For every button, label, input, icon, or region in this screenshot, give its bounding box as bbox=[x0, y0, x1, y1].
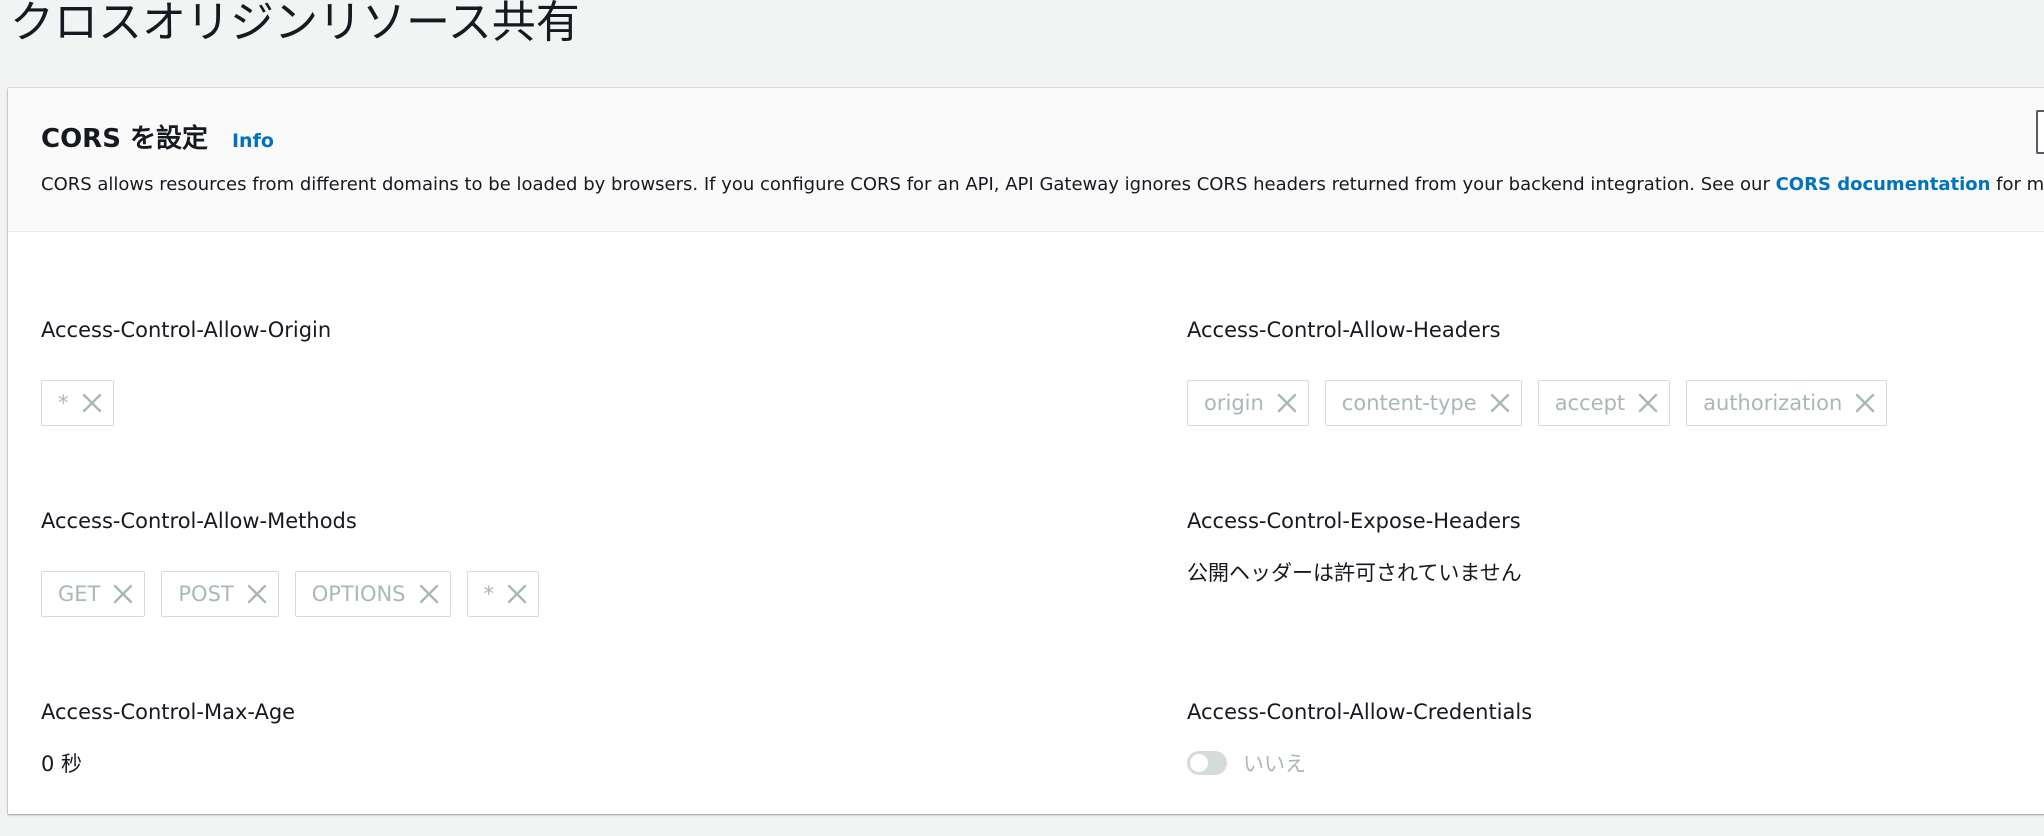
allow-methods-field: Access-Control-Allow-Methods GET POST OPTI… bbox=[41, 507, 540, 617]
max-age-field: Access-Control-Max-Age 0 秒 bbox=[41, 698, 295, 778]
token-chip: accept bbox=[1537, 380, 1671, 426]
page-title: クロスオリジンリソース共有 bbox=[10, 0, 580, 48]
expose-headers-field: Access-Control-Expose-Headers 公開ヘッダーは許可さ… bbox=[1187, 507, 1522, 587]
token-label: accept bbox=[1554, 391, 1626, 415]
panel-heading: CORS を設定 Info bbox=[41, 118, 274, 155]
token-chip: POST bbox=[161, 571, 279, 617]
panel-description: CORS allows resources from different dom… bbox=[41, 174, 2044, 195]
token-list: * bbox=[41, 380, 331, 426]
allow-credentials-field: Access-Control-Allow-Credentials いいえ bbox=[1187, 698, 1532, 778]
token-label: OPTIONS bbox=[311, 582, 406, 606]
field-label: Access-Control-Allow-Headers bbox=[1187, 318, 1501, 342]
token-chip: * bbox=[466, 571, 540, 617]
allow-origin-field: Access-Control-Allow-Origin * bbox=[41, 316, 331, 426]
close-icon[interactable] bbox=[418, 583, 440, 605]
field-label: Access-Control-Max-Age bbox=[41, 700, 296, 724]
close-icon[interactable] bbox=[1489, 392, 1511, 414]
token-chip: authorization bbox=[1686, 380, 1888, 426]
info-link[interactable]: Info bbox=[232, 130, 274, 152]
credentials-toggle-label: いいえ bbox=[1243, 752, 1306, 776]
token-chip: * bbox=[41, 380, 114, 426]
close-icon[interactable] bbox=[81, 392, 103, 414]
token-label: POST bbox=[178, 582, 234, 606]
close-icon[interactable] bbox=[112, 583, 134, 605]
credentials-toggle[interactable] bbox=[1187, 751, 1227, 775]
header-action-button[interactable] bbox=[2036, 110, 2044, 154]
panel-header: CORS を設定 Info CORS allows resources from… bbox=[8, 88, 2044, 232]
field-label: Access-Control-Allow-Credentials bbox=[1187, 700, 1533, 724]
token-chip: content-type bbox=[1324, 380, 1522, 426]
close-icon[interactable] bbox=[1637, 392, 1659, 414]
expose-headers-value: 公開ヘッダーは許可されていません bbox=[1187, 561, 1522, 585]
token-list: GET POST OPTIONS * bbox=[41, 571, 540, 617]
field-label: Access-Control-Allow-Methods bbox=[41, 509, 357, 533]
token-label: * bbox=[483, 582, 495, 606]
token-chip: origin bbox=[1187, 380, 1309, 426]
close-icon[interactable] bbox=[1276, 392, 1298, 414]
panel-title: CORS を設定 bbox=[41, 124, 208, 154]
token-label: GET bbox=[58, 582, 101, 606]
close-icon[interactable] bbox=[506, 583, 528, 605]
token-label: authorization bbox=[1703, 391, 1843, 415]
token-label: origin bbox=[1204, 391, 1264, 415]
field-label: Access-Control-Expose-Headers bbox=[1187, 509, 1521, 533]
allow-headers-field: Access-Control-Allow-Headers origin conte… bbox=[1187, 316, 1888, 426]
max-age-value: 0 秒 bbox=[41, 752, 83, 776]
token-label: content-type bbox=[1341, 391, 1477, 415]
token-list: origin content-type accept authorization bbox=[1187, 380, 1888, 426]
description-text: CORS allows resources from different dom… bbox=[41, 174, 1776, 195]
token-chip: OPTIONS bbox=[294, 571, 451, 617]
close-icon[interactable] bbox=[246, 583, 268, 605]
credentials-toggle-row: いいえ bbox=[1187, 748, 1532, 778]
toggle-knob bbox=[1190, 754, 1208, 772]
close-icon[interactable] bbox=[1854, 392, 1876, 414]
field-label: Access-Control-Allow-Origin bbox=[41, 318, 332, 342]
cors-documentation-link[interactable]: CORS documentation bbox=[1776, 174, 1991, 195]
token-chip: GET bbox=[41, 571, 146, 617]
cors-settings-panel: CORS を設定 Info CORS allows resources from… bbox=[8, 88, 2044, 814]
token-label: * bbox=[58, 391, 69, 415]
description-text-end: for more details. bbox=[1996, 174, 2044, 195]
